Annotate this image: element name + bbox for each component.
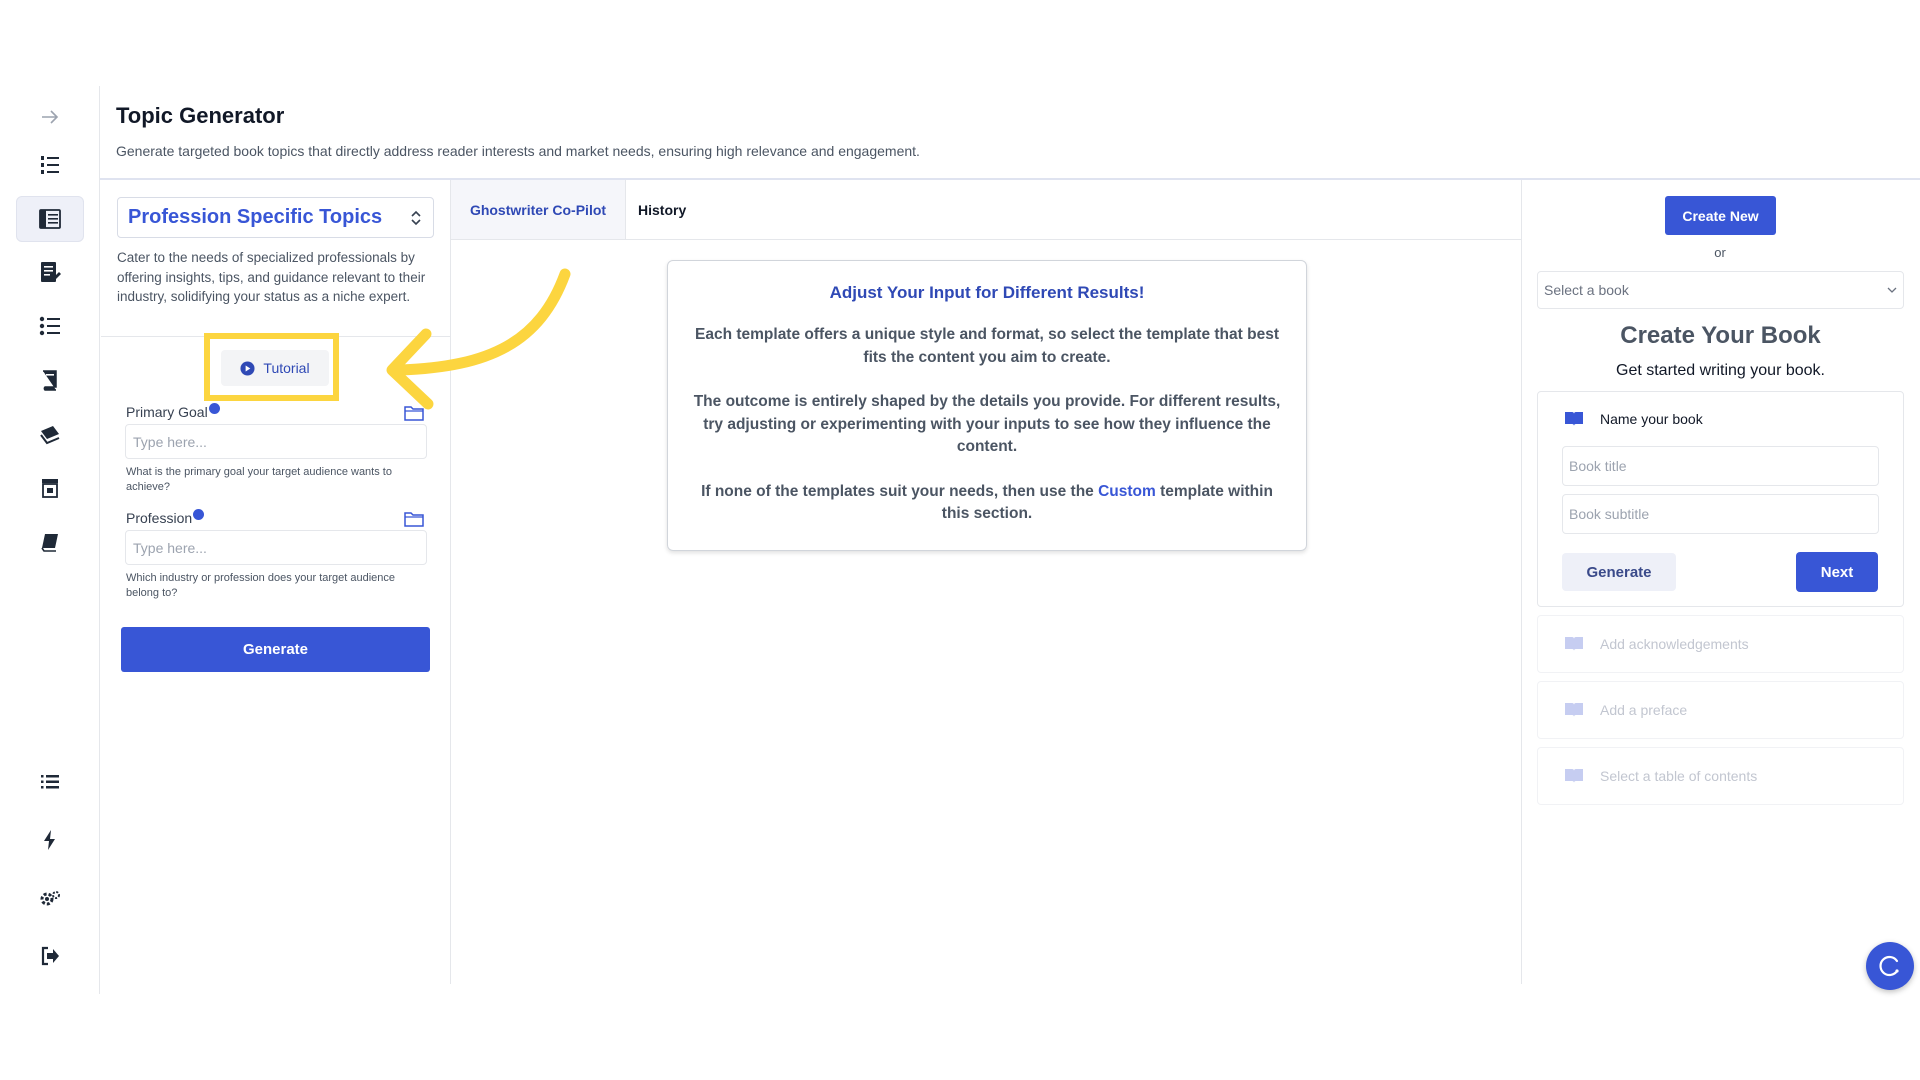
step-preface[interactable]: Add a preface — [1537, 681, 1904, 739]
settings-icon — [40, 891, 60, 906]
topic-generator-icon — [39, 209, 61, 229]
sidebar-item-books[interactable] — [16, 411, 84, 457]
sidebar-item-list[interactable] — [16, 759, 84, 805]
name-book-card: Name your book Generate Next — [1537, 391, 1904, 607]
panel-divider — [1521, 180, 1522, 984]
sidebar-item-outline[interactable] — [16, 303, 84, 349]
sidebar — [0, 86, 100, 994]
logout-icon — [41, 946, 59, 966]
annotation-arrow-icon — [386, 268, 571, 410]
generate-title-button[interactable]: Generate — [1562, 553, 1676, 591]
step-label: Add acknowledgements — [1600, 636, 1749, 652]
sidebar-item-expand[interactable] — [16, 94, 84, 140]
step-label: Select a table of contents — [1600, 768, 1758, 784]
custom-template-link[interactable]: Custom — [1098, 483, 1156, 500]
create-new-button[interactable]: Create New — [1665, 196, 1776, 235]
open-book-icon — [1565, 769, 1583, 783]
page-title: Topic Generator — [116, 103, 285, 128]
open-book-icon — [1565, 703, 1583, 717]
primary-goal-label: Primary Goal — [126, 402, 220, 420]
numbered-list-icon — [41, 156, 59, 174]
profession-label: Profession — [126, 508, 205, 526]
chat-icon — [1879, 955, 1899, 977]
tutorial-label: Tutorial — [263, 360, 310, 376]
info-card-paragraph: If none of the templates suit your needs… — [701, 482, 1273, 523]
sidebar-item-actions[interactable] — [16, 817, 84, 863]
edit-document-icon — [41, 262, 61, 282]
chevron-down-icon — [1887, 287, 1897, 293]
next-button[interactable]: Next — [1796, 552, 1878, 592]
book-subtitle-input[interactable] — [1562, 494, 1879, 534]
info-card-title: Adjust Your Input for Different Results! — [829, 283, 1145, 302]
template-select[interactable]: Profession Specific Topics — [117, 197, 434, 238]
outline-list-icon — [39, 316, 60, 336]
step-table-of-contents[interactable]: Select a table of contents — [1537, 747, 1904, 805]
info-card-paragraph: Each template offers a unique style and … — [695, 326, 1279, 366]
open-book-icon — [1565, 412, 1583, 426]
play-circle-icon — [240, 360, 255, 376]
chevron-up-down-icon — [411, 210, 421, 225]
chat-help-button[interactable] — [1866, 942, 1914, 990]
profession-input[interactable] — [125, 530, 427, 565]
name-book-header: Name your book — [1564, 411, 1703, 427]
info-icon[interactable] — [193, 508, 205, 520]
book-select[interactable]: Select a book — [1537, 271, 1904, 309]
sidebar-item-settings[interactable] — [16, 876, 84, 922]
tab-history[interactable]: History — [638, 180, 686, 239]
open-book-icon — [1565, 637, 1583, 651]
generate-button[interactable]: Generate — [121, 627, 430, 672]
tutorial-button[interactable]: Tutorial — [221, 350, 329, 386]
step-acknowledgements[interactable]: Add acknowledgements — [1537, 615, 1904, 673]
info-icon[interactable] — [208, 402, 220, 414]
sidebar-item-library[interactable] — [16, 357, 84, 403]
workspace-tabs: Ghostwriter Co-Pilot History — [451, 180, 1521, 240]
page-description: Generate targeted book topics that direc… — [116, 143, 920, 159]
book-stack-icon — [43, 370, 57, 391]
template-select-value: Profession Specific Topics — [128, 206, 383, 228]
primary-goal-input[interactable] — [125, 424, 427, 459]
create-book-title: Create Your Book — [1620, 322, 1821, 349]
sidebar-item-store[interactable] — [16, 465, 84, 511]
book-select-placeholder: Select a book — [1544, 282, 1629, 298]
sidebar-item-editor[interactable] — [16, 249, 84, 295]
sidebar-item-logout[interactable] — [16, 933, 84, 979]
profession-help: Which industry or profession does your t… — [126, 572, 396, 599]
books-icon — [40, 426, 60, 445]
info-card-paragraph: The outcome is entirely shaped by the de… — [693, 393, 1281, 455]
info-card: Adjust Your Input for Different Results!… — [667, 260, 1307, 551]
book-title-input[interactable] — [1562, 446, 1879, 486]
or-label: or — [1714, 245, 1726, 260]
primary-goal-help: What is the primary goal your target aud… — [126, 466, 392, 493]
name-book-label: Name your book — [1600, 411, 1703, 427]
app-root: Topic Generator Generate targeted book t… — [0, 0, 1920, 1080]
arrow-right-icon — [42, 110, 59, 124]
store-icon — [42, 479, 58, 498]
book-icon — [41, 534, 58, 552]
list-icon — [41, 775, 59, 789]
sidebar-item-topic-generator[interactable] — [16, 196, 84, 242]
folder-icon[interactable] — [404, 511, 424, 527]
sidebar-item-book[interactable] — [16, 519, 84, 565]
sidebar-item-ideas[interactable] — [16, 142, 84, 188]
page-header: Topic Generator Generate targeted book t… — [116, 103, 920, 159]
create-book-subtitle: Get started writing your book. — [1616, 362, 1825, 379]
tab-ghostwriter-copilot[interactable]: Ghostwriter Co-Pilot — [451, 180, 626, 239]
step-label: Add a preface — [1600, 702, 1688, 718]
lightning-icon — [44, 830, 55, 850]
